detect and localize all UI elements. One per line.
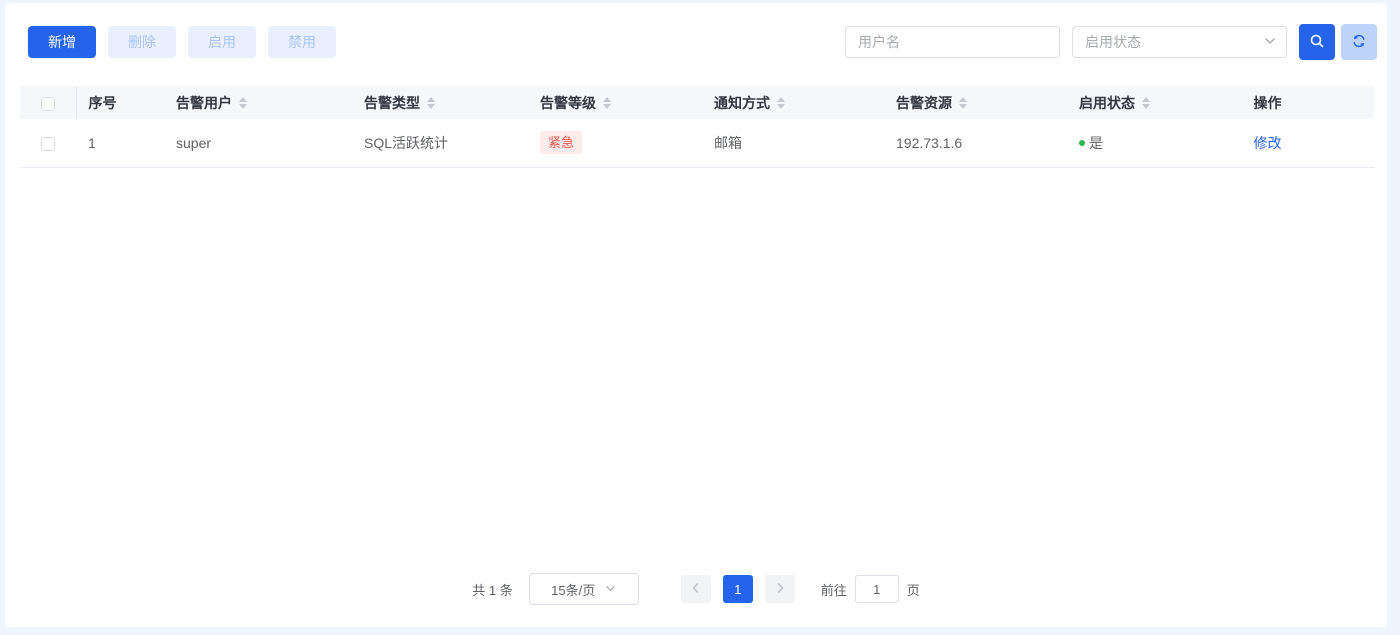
sort-carets-icon: [427, 97, 435, 109]
column-header-status[interactable]: 启用状态: [1067, 86, 1161, 119]
table-header-row: 序号 告警用户 告警类型 告警等级 通: [20, 86, 1374, 119]
sort-carets-icon: [239, 97, 247, 109]
delete-button[interactable]: 删除: [108, 26, 176, 58]
chevron-right-icon: [774, 582, 786, 597]
cell-resource: 192.73.1.6: [884, 119, 1067, 167]
total-count-label: 共 1 条: [472, 580, 512, 599]
status-select-placeholder: 启用状态: [1085, 32, 1141, 52]
action-buttons: 新增 删除 启用 禁用: [28, 26, 336, 58]
search-icon: [1309, 33, 1325, 52]
disable-button[interactable]: 禁用: [268, 26, 336, 58]
column-label: 告警等级: [540, 93, 596, 113]
username-input[interactable]: [845, 26, 1060, 58]
column-label: 序号: [89, 93, 117, 113]
sort-carets-icon: [1142, 97, 1150, 109]
column-header-user[interactable]: 告警用户: [164, 86, 352, 119]
content-card: 新增 删除 启用 禁用 启用状态: [5, 3, 1387, 627]
column-header-type[interactable]: 告警类型: [352, 86, 528, 119]
row-checkbox[interactable]: [41, 137, 55, 151]
column-label: 启用状态: [1079, 93, 1135, 113]
goto-suffix-label: 页: [907, 580, 920, 599]
column-header-notify[interactable]: 通知方式: [702, 86, 884, 119]
chevron-left-icon: [690, 582, 702, 597]
cell-status: 是: [1067, 119, 1161, 167]
sort-carets-icon: [959, 97, 967, 109]
chevron-down-icon: [605, 582, 616, 597]
column-label: 通知方式: [714, 93, 770, 113]
prev-page-button[interactable]: [681, 575, 711, 603]
column-header-level[interactable]: 告警等级: [528, 86, 702, 119]
status-dot-icon: [1079, 140, 1085, 146]
column-label: 告警资源: [896, 93, 952, 113]
refresh-icon: [1351, 33, 1367, 52]
page-number-button[interactable]: 1: [723, 575, 753, 603]
status-select[interactable]: 启用状态: [1072, 26, 1287, 58]
pagination: 共 1 条 15条/页 1 前往 页: [5, 573, 1387, 605]
column-label: 告警类型: [364, 93, 420, 113]
page-size-select[interactable]: 15条/页: [529, 573, 639, 605]
table-row: 1 super SQL活跃统计 紧急 邮箱 192.73.1.6 是 修改: [20, 119, 1374, 167]
column-label: 操作: [1254, 95, 1282, 111]
column-header-actions: 操作: [1161, 86, 1374, 119]
refresh-button[interactable]: [1341, 24, 1377, 60]
alert-table: 序号 告警用户 告警类型 告警等级 通: [20, 86, 1374, 168]
column-label: 告警用户: [176, 93, 232, 113]
status-text: 是: [1089, 133, 1103, 153]
sort-carets-icon: [603, 97, 611, 109]
add-button[interactable]: 新增: [28, 26, 96, 58]
goto-page: 前往 页: [821, 575, 920, 603]
goto-page-input[interactable]: [855, 575, 899, 603]
edit-link[interactable]: 修改: [1254, 135, 1282, 151]
level-badge: 紧急: [540, 131, 582, 154]
cell-level: 紧急: [528, 119, 702, 167]
chevron-down-icon: [1264, 34, 1276, 50]
cell-user: super: [164, 119, 352, 167]
search-button[interactable]: [1299, 24, 1335, 60]
goto-label: 前往: [821, 580, 847, 599]
toolbar: 新增 删除 启用 禁用 启用状态: [28, 24, 1377, 60]
row-select-cell: [20, 119, 76, 167]
cell-type: SQL活跃统计: [352, 119, 528, 167]
cell-notify: 邮箱: [702, 119, 884, 167]
sort-carets-icon: [777, 97, 785, 109]
filter-controls: 启用状态: [845, 24, 1377, 60]
cell-index: 1: [76, 119, 164, 167]
column-header-resource[interactable]: 告警资源: [884, 86, 1067, 119]
select-all-checkbox[interactable]: [41, 97, 55, 111]
cell-actions: 修改: [1161, 119, 1374, 167]
enable-button[interactable]: 启用: [188, 26, 256, 58]
next-page-button[interactable]: [765, 575, 795, 603]
column-header-index: 序号: [76, 86, 164, 119]
header-select-all-cell: [20, 86, 76, 119]
page-size-label: 15条/页: [551, 580, 595, 599]
